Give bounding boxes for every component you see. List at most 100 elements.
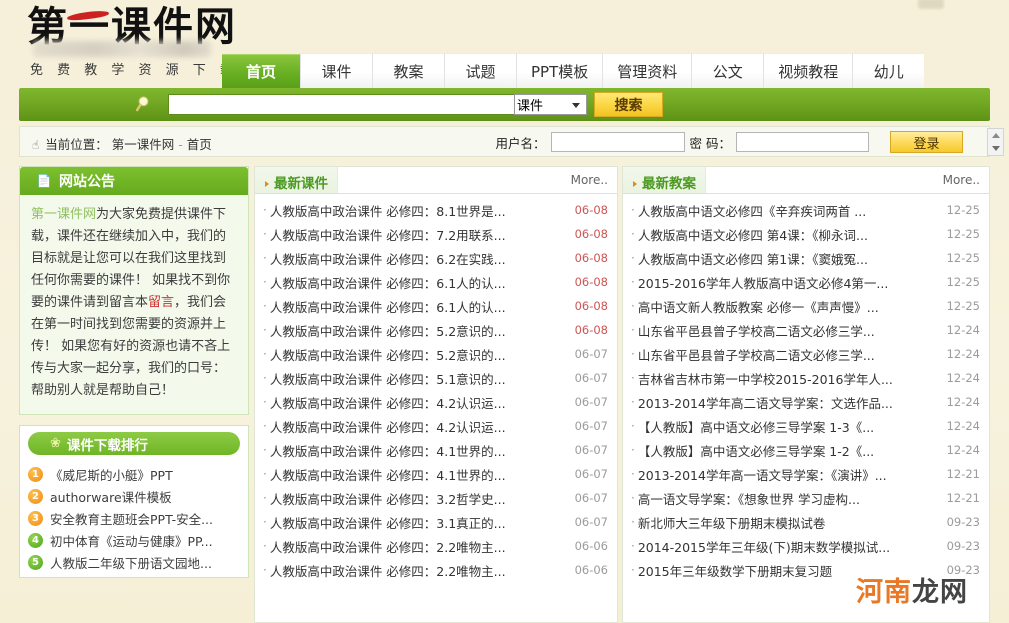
list-item[interactable]: · 【人教版】高中语文必修三导学案 1-2《... 12-24 xyxy=(623,438,989,462)
login-button-label: 登录 xyxy=(913,136,940,152)
list-item-title: 人教版高中政治课件 必修四：6.1人的认... xyxy=(269,299,506,315)
nav-tab-7[interactable]: 视频教程 xyxy=(763,53,853,88)
nav-tab-5[interactable]: 管理资料 xyxy=(602,53,692,88)
list-item-title: 人教版高中政治课件 必修四：4.2认识运... xyxy=(269,395,506,411)
list-item-date: 12-24 xyxy=(946,347,980,361)
list-item[interactable]: · 人教版高中语文必修四《辛弃疾词两首 ... 12-25 xyxy=(623,198,989,222)
username-label: 用户名： xyxy=(495,135,546,151)
nav-tab-8[interactable]: 幼儿 xyxy=(852,53,925,88)
latest-courseware-title: 最新课件 xyxy=(265,172,328,192)
triangle-right-icon xyxy=(633,181,637,187)
list-item-date: 06-06 xyxy=(574,539,608,553)
nav-tab-label: 视频教程 xyxy=(778,62,839,81)
bullet-icon: · xyxy=(631,539,635,553)
list-item[interactable]: · 人教版高中政治课件 必修四：7.2用联系... 06-08 xyxy=(255,222,617,246)
nav-tab-3[interactable]: 试题 xyxy=(444,53,516,88)
list-item[interactable]: · 人教版高中政治课件 必修四：2.2唯物主... 06-06 xyxy=(255,534,617,558)
list-item[interactable]: · 2015年三年级数学下册期末复习题 09-23 xyxy=(623,558,989,582)
password-input[interactable] xyxy=(736,132,869,152)
list-item[interactable]: · 山东省平邑县曾子学校高二语文必修三学... 12-24 xyxy=(623,342,989,366)
list-item-title: 山东省平邑县曾子学校高二语文必修三学... xyxy=(637,347,875,363)
list-item[interactable]: · 吉林省吉林市第一中学校2015-2016学年人... 12-24 xyxy=(623,366,989,390)
ranking-item-label: 人教版二年级下册语文园地... xyxy=(50,555,212,571)
list-item[interactable]: · 人教版高中政治课件 必修四：6.1人的认... 06-08 xyxy=(255,294,617,318)
list-item-title: 2013-2014学年高一语文导学案：《演讲》... xyxy=(637,467,887,483)
nav-tab-4[interactable]: PPT模板 xyxy=(516,53,603,88)
bullet-icon: · xyxy=(263,299,267,313)
list-item[interactable]: · 人教版高中政治课件 必修四：4.2认识运... 06-07 xyxy=(255,390,617,414)
nav-tab-2[interactable]: 教案 xyxy=(372,53,444,88)
list-item[interactable]: · 人教版高中语文必修四 第1课：《窦娥冤... 12-25 xyxy=(623,246,989,270)
list-item-date: 06-08 xyxy=(574,227,608,241)
nav-tab-label: 课件 xyxy=(321,62,352,81)
list-item[interactable]: · 人教版高中政治课件 必修四：5.2意识的... 06-08 xyxy=(255,318,617,342)
list-item[interactable]: · 2013-2014学年高二语文导学案：文选作品... 12-24 xyxy=(623,390,989,414)
list-item-title: 人教版高中政治课件 必修四：8.1世界是... xyxy=(269,203,506,219)
list-item[interactable]: · 人教版高中政治课件 必修四：8.1世界是... 06-08 xyxy=(255,198,617,222)
list-item-date: 12-24 xyxy=(946,419,980,433)
breadcrumb-root[interactable]: 第一课件网 xyxy=(112,137,175,152)
list-item[interactable]: · 2015-2016学年人教版高中语文必修4第一... 12-25 xyxy=(623,270,989,294)
nav-tab-1[interactable]: 课件 xyxy=(300,53,372,88)
list-item[interactable]: · 人教版高中政治课件 必修四：2.2唯物主... 06-06 xyxy=(255,558,617,582)
list-item[interactable]: · 人教版高中政治课件 必修四：3.2哲学史... 06-07 xyxy=(255,486,617,510)
scroll-up-icon[interactable] xyxy=(991,133,1000,138)
list-item[interactable]: · 人教版高中语文必修四 第4课：《柳永词... 12-25 xyxy=(623,222,989,246)
list-item-title: 山东省平邑县曾子学校高二语文必修三学... xyxy=(637,323,875,339)
list-item-title: 吉林省吉林市第一中学校2015-2016学年人... xyxy=(637,371,893,387)
list-item-title: 高中语文新人教版教案 必修一《声声慢》... xyxy=(637,299,879,315)
triangle-right-icon xyxy=(265,181,269,187)
latest-lesson-plans-more-link[interactable]: More.. xyxy=(943,173,980,187)
latest-courseware-title-text: 最新课件 xyxy=(274,176,328,192)
list-item[interactable]: · 山东省平邑县曾子学校高二语文必修三学... 12-24 xyxy=(623,318,989,342)
breadcrumb-current: 首页 xyxy=(186,137,212,152)
latest-lesson-plans-column: 最新教案 More.. · 人教版高中语文必修四《辛弃疾词两首 ... 12-25 ·… xyxy=(622,166,990,623)
page-scrollbar[interactable] xyxy=(987,128,1004,156)
list-item[interactable]: · 人教版高中政治课件 必修四：5.1意识的... 06-07 xyxy=(255,366,617,390)
bullet-icon: · xyxy=(263,203,267,217)
list-item-date: 12-25 xyxy=(946,299,980,313)
scroll-down-icon[interactable] xyxy=(991,146,1000,151)
ranking-item[interactable]: 4 初中体育《运动与健康》PP... xyxy=(28,529,242,551)
latest-courseware-more-link[interactable]: More.. xyxy=(571,173,608,187)
nav-tab-0[interactable]: 首页 xyxy=(222,53,300,88)
list-item-title: 人教版高中政治课件 必修四：6.1人的认... xyxy=(269,275,506,291)
list-item[interactable]: · 人教版高中政治课件 必修四：6.1人的认... 06-08 xyxy=(255,270,617,294)
list-item-title: 人教版高中政治课件 必修四：4.1世界的... xyxy=(269,443,506,459)
list-item[interactable]: · 人教版高中政治课件 必修四：5.2意识的... 06-07 xyxy=(255,342,617,366)
nav-tab-6[interactable]: 公文 xyxy=(691,53,764,88)
list-item[interactable]: · 2013-2014学年高一语文导学案：《演讲》... 12-21 xyxy=(623,462,989,486)
notice-message-link[interactable]: 留言 xyxy=(148,295,174,310)
bullet-icon: · xyxy=(631,323,635,337)
list-item[interactable]: · 高一语文导学案：《想象世界 学习虚构... 12-21 xyxy=(623,486,989,510)
ranking-item[interactable]: 1 《威尼斯的小艇》PPT xyxy=(28,463,242,485)
list-item[interactable]: · 【人教版】高中语文必修三导学案 1-3《... 12-24 xyxy=(623,414,989,438)
ranking-item[interactable]: 3 安全教育主题班会PPT-安全... xyxy=(28,507,242,529)
list-item-date: 09-23 xyxy=(946,563,980,577)
username-input[interactable] xyxy=(550,132,685,152)
search-button[interactable]: 搜索 xyxy=(594,92,663,117)
ranking-item[interactable]: 2 authorware课件模板 xyxy=(28,485,242,507)
list-item[interactable]: · 人教版高中政治课件 必修四：4.2认识运... 06-07 xyxy=(255,414,617,438)
list-item-date: 09-23 xyxy=(946,515,980,529)
site-header: 第一课件网 免 费 教 学 资 源 下 载 基 地 首页 课件 教案 试题 PPT模板管… xyxy=(0,0,1009,88)
list-item[interactable]: · 人教版高中政治课件 必修四：3.1真正的... 06-07 xyxy=(255,510,617,534)
list-item[interactable]: · 人教版高中政治课件 必修四：4.1世界的... 06-07 xyxy=(255,462,617,486)
list-item[interactable]: · 人教版高中政治课件 必修四：6.2在实践... 06-08 xyxy=(255,246,617,270)
notice-site-link[interactable]: 第一课件网 xyxy=(31,207,96,222)
list-item-title: 2015年三年级数学下册期末复习题 xyxy=(637,563,833,579)
bullet-icon: · xyxy=(631,419,635,433)
search-input[interactable] xyxy=(168,94,533,115)
list-item-title: 2014-2015学年三年级(下)期末数学模拟试... xyxy=(637,539,891,555)
ranking-item[interactable]: 5 人教版二年级下册语文园地... xyxy=(28,551,242,573)
list-item[interactable]: · 2014-2015学年三年级(下)期末数学模拟试... 09-23 xyxy=(623,534,989,558)
login-button[interactable]: 登录 xyxy=(890,131,963,153)
list-item[interactable]: · 人教版高中政治课件 必修四：4.1世界的... 06-07 xyxy=(255,438,617,462)
bullet-icon: · xyxy=(631,395,635,409)
list-item[interactable]: · 高中语文新人教版教案 必修一《声声慢》... 12-25 xyxy=(623,294,989,318)
search-category-select[interactable]: 课件 xyxy=(514,94,587,115)
list-item-title: 人教版高中政治课件 必修四：3.1真正的... xyxy=(269,515,506,531)
list-item-date: 06-08 xyxy=(574,203,608,217)
list-item[interactable]: · 新北师大三年级下册期末模拟试卷 09-23 xyxy=(623,510,989,534)
list-item-title: 人教版高中政治课件 必修四：7.2用联系... xyxy=(269,227,506,243)
